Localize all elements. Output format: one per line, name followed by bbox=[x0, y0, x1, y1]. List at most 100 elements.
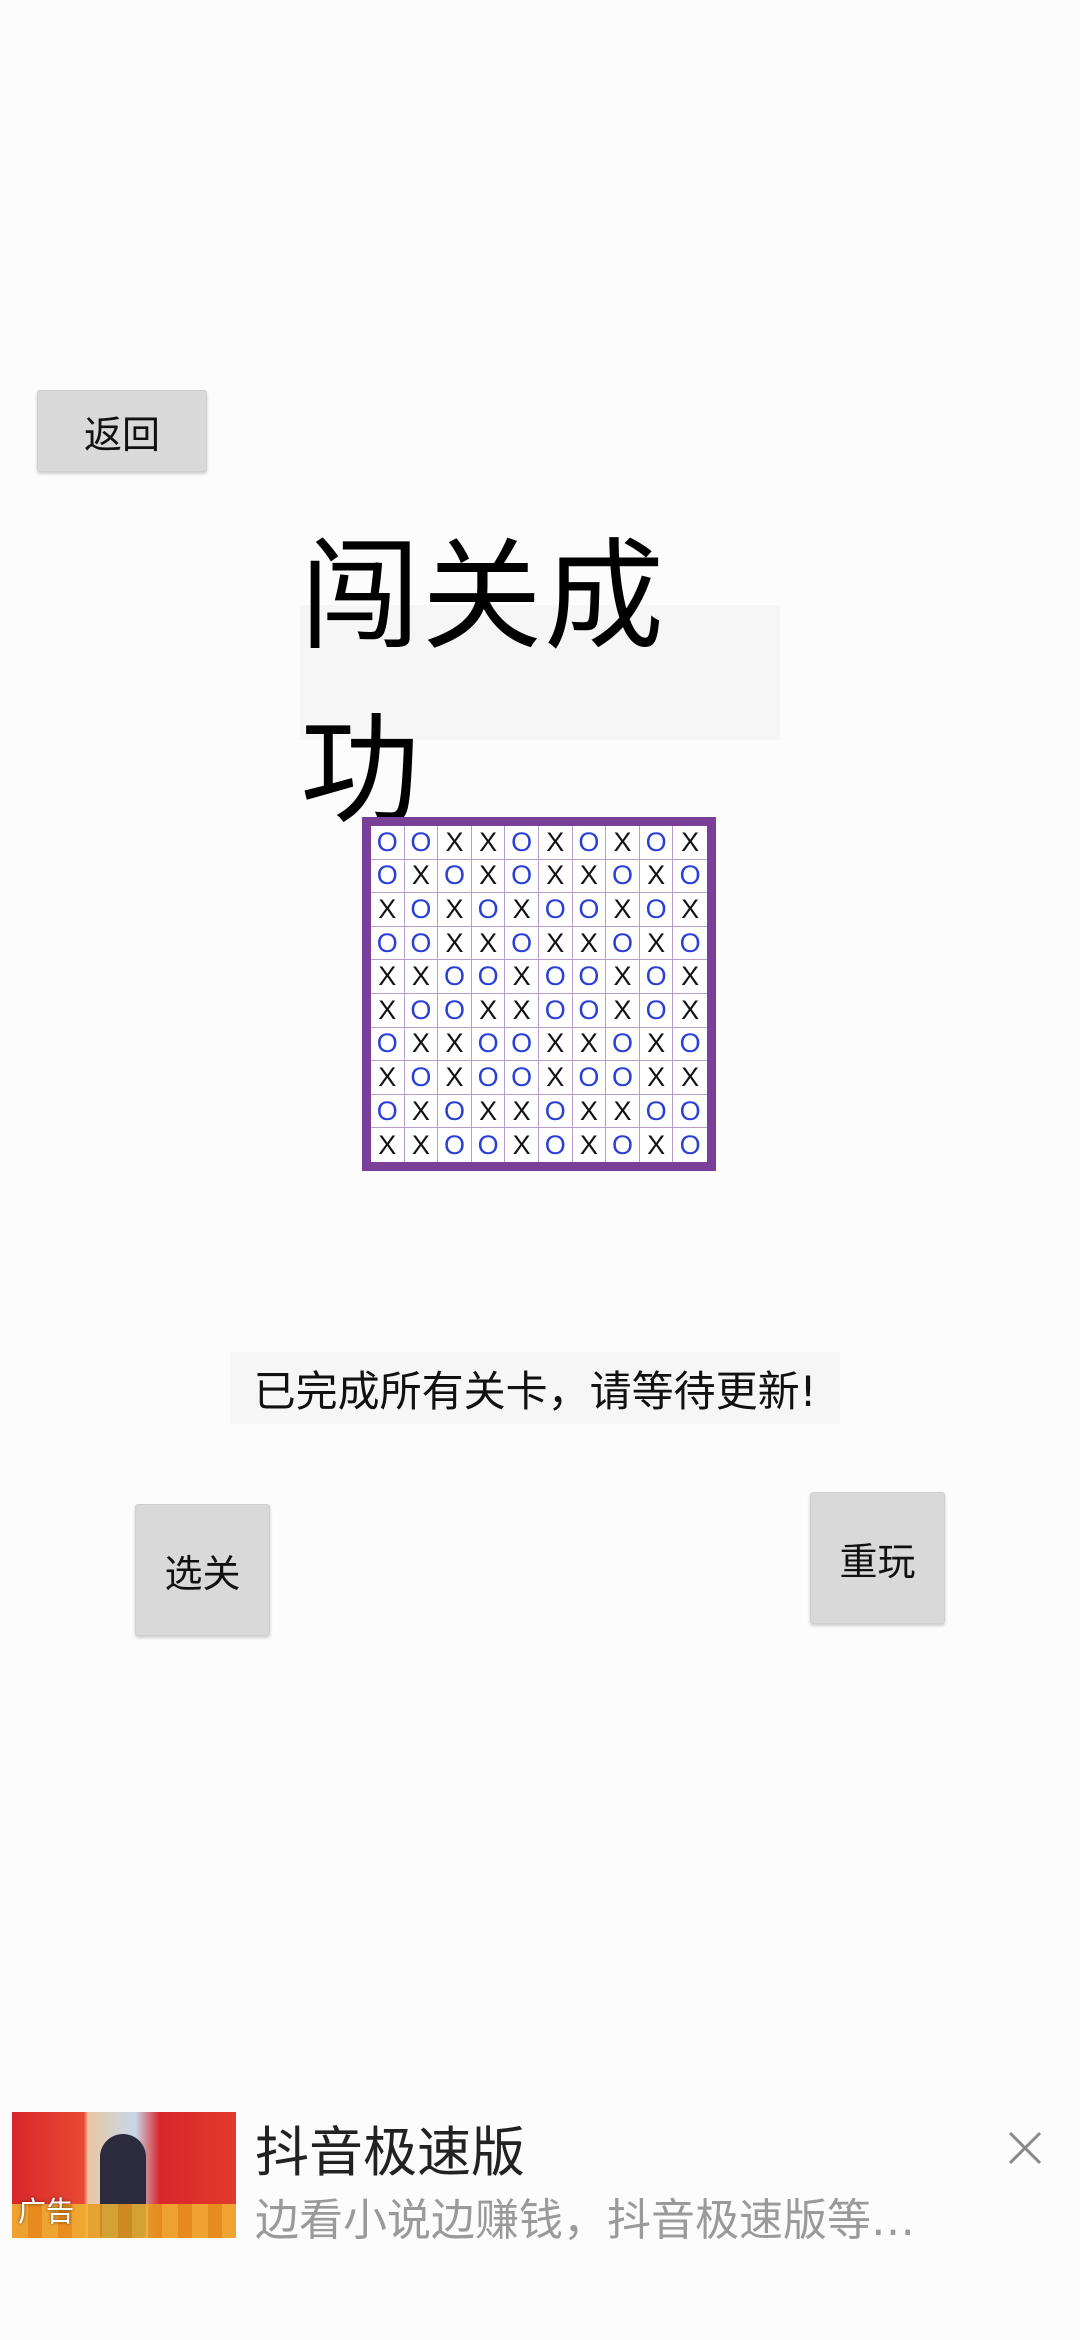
board-cell[interactable]: O bbox=[538, 1094, 573, 1129]
board-cell[interactable]: O bbox=[505, 1027, 539, 1062]
board-cell[interactable]: O bbox=[371, 1027, 405, 1062]
board-cell[interactable]: X bbox=[505, 960, 539, 994]
board-cell[interactable]: O bbox=[438, 993, 472, 1028]
board-cell[interactable]: X bbox=[438, 826, 472, 860]
board-cell[interactable]: X bbox=[438, 1061, 472, 1095]
board-cell[interactable]: O bbox=[371, 859, 405, 894]
board-cell[interactable]: X bbox=[471, 859, 506, 894]
board-cell[interactable]: X bbox=[573, 1128, 607, 1162]
board-cell[interactable]: X bbox=[572, 1094, 607, 1129]
board-cell[interactable]: O bbox=[471, 893, 506, 927]
board-cell[interactable]: X bbox=[673, 960, 707, 994]
board-cell[interactable]: X bbox=[606, 960, 640, 994]
board-cell[interactable]: O bbox=[606, 926, 640, 961]
board-cell[interactable]: O bbox=[505, 859, 539, 894]
board-cell[interactable]: O bbox=[606, 1061, 640, 1095]
board-cell[interactable]: X bbox=[639, 926, 674, 961]
board-cell[interactable]: O bbox=[438, 1128, 472, 1162]
select-level-button[interactable]: 选关 bbox=[135, 1504, 270, 1636]
board-cell[interactable]: O bbox=[606, 1128, 640, 1162]
board-cell[interactable]: O bbox=[371, 826, 405, 860]
board-cell[interactable]: X bbox=[371, 1128, 405, 1162]
board-cell[interactable]: O bbox=[471, 1061, 506, 1095]
board-cell[interactable]: O bbox=[471, 1027, 506, 1062]
board-cell[interactable]: O bbox=[538, 993, 573, 1028]
board-cell[interactable]: X bbox=[438, 893, 472, 927]
ad-thumbnail[interactable]: 广告 bbox=[12, 2112, 236, 2238]
board-cell[interactable]: X bbox=[572, 859, 607, 894]
board-cell[interactable]: X bbox=[471, 993, 506, 1028]
board-cell[interactable]: O bbox=[572, 1061, 607, 1095]
board-cell[interactable]: O bbox=[572, 893, 607, 927]
board-cell[interactable]: O bbox=[673, 927, 707, 961]
board-cell[interactable]: O bbox=[438, 1094, 472, 1129]
board-cell[interactable]: O bbox=[404, 826, 439, 860]
board-cell[interactable]: O bbox=[572, 826, 607, 860]
board-cell[interactable]: X bbox=[640, 1128, 674, 1162]
board-cell[interactable]: O bbox=[538, 893, 573, 927]
board-cell[interactable]: X bbox=[404, 859, 439, 894]
board-cell[interactable]: X bbox=[606, 1094, 640, 1129]
board-cell[interactable]: X bbox=[371, 960, 405, 994]
board-cell[interactable]: O bbox=[539, 1128, 573, 1162]
board-cell[interactable]: X bbox=[505, 1128, 539, 1162]
board-cell[interactable]: O bbox=[673, 1128, 707, 1162]
ad-app-name[interactable]: 抖音极速版 bbox=[255, 2108, 525, 2187]
board-cell[interactable]: O bbox=[505, 926, 539, 961]
board-cell[interactable]: X bbox=[404, 1027, 439, 1062]
board-cell[interactable]: O bbox=[639, 1094, 674, 1129]
board-cell[interactable]: O bbox=[639, 893, 674, 927]
replay-button[interactable]: 重玩 bbox=[810, 1492, 945, 1624]
board-cell[interactable]: X bbox=[538, 1061, 573, 1095]
board-cell[interactable]: X bbox=[538, 826, 573, 860]
back-button[interactable]: 返回 bbox=[37, 390, 207, 472]
board-cell[interactable]: O bbox=[639, 826, 674, 860]
board-cell[interactable]: X bbox=[505, 1094, 539, 1129]
board-cell[interactable]: X bbox=[572, 926, 607, 961]
board-cell[interactable]: O bbox=[673, 860, 707, 894]
ad-description[interactable]: 边看小说边赚钱，抖音极速版等… bbox=[255, 2184, 945, 2248]
board-cell[interactable]: O bbox=[538, 960, 573, 994]
board-cell[interactable]: X bbox=[404, 960, 439, 994]
board-cell[interactable]: X bbox=[505, 993, 539, 1028]
board-cell[interactable]: X bbox=[371, 1061, 405, 1095]
board-cell[interactable]: X bbox=[405, 1128, 439, 1162]
board-cell[interactable]: O bbox=[673, 1095, 707, 1129]
board-cell[interactable]: O bbox=[371, 926, 405, 961]
board-cell[interactable]: O bbox=[404, 993, 439, 1028]
board-cell[interactable]: X bbox=[538, 859, 573, 894]
board-cell[interactable]: O bbox=[404, 1061, 439, 1095]
board-cell[interactable]: O bbox=[505, 826, 539, 860]
board-cell[interactable]: X bbox=[371, 893, 405, 927]
board-cell[interactable]: X bbox=[673, 826, 707, 860]
board-cell[interactable]: X bbox=[606, 826, 640, 860]
board-cell[interactable]: X bbox=[404, 1094, 439, 1129]
board-cell[interactable]: X bbox=[538, 926, 573, 961]
board-cell[interactable]: O bbox=[639, 960, 674, 994]
board-cell[interactable]: X bbox=[438, 926, 472, 961]
board-cell[interactable]: O bbox=[572, 960, 607, 994]
board-cell[interactable]: O bbox=[438, 960, 472, 994]
board-cell[interactable]: X bbox=[673, 1061, 707, 1095]
board-cell[interactable]: O bbox=[639, 993, 674, 1028]
board-cell[interactable]: X bbox=[471, 926, 506, 961]
board-cell[interactable]: O bbox=[606, 1027, 640, 1062]
board-cell[interactable]: X bbox=[471, 826, 506, 860]
board-cell[interactable]: X bbox=[673, 893, 707, 927]
board-cell[interactable]: X bbox=[572, 1027, 607, 1062]
board-cell[interactable]: O bbox=[505, 1061, 539, 1095]
board-cell[interactable]: X bbox=[471, 1094, 506, 1129]
board-cell[interactable]: X bbox=[505, 893, 539, 927]
board-cell[interactable]: X bbox=[639, 1027, 674, 1062]
board-cell[interactable]: O bbox=[472, 1128, 506, 1162]
board-cell[interactable]: O bbox=[471, 960, 506, 994]
board-cell[interactable]: O bbox=[404, 893, 439, 927]
board-cell[interactable]: X bbox=[639, 859, 674, 894]
board-cell[interactable]: X bbox=[538, 1027, 573, 1062]
board-cell[interactable]: X bbox=[606, 993, 640, 1028]
board-cell[interactable]: X bbox=[673, 994, 707, 1028]
board-cell[interactable]: X bbox=[371, 993, 405, 1028]
board-cell[interactable]: X bbox=[606, 893, 640, 927]
board-cell[interactable]: X bbox=[438, 1027, 472, 1062]
board-cell[interactable]: O bbox=[673, 1028, 707, 1062]
